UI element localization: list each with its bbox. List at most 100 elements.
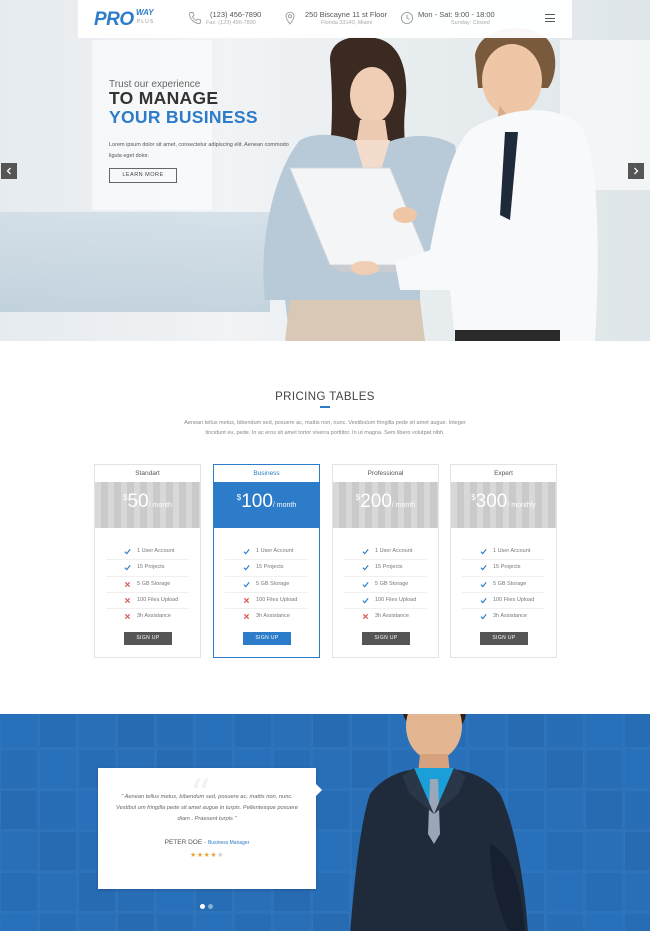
background-photo-tile xyxy=(39,872,77,912)
slider-prev-button[interactable] xyxy=(1,163,17,179)
background-photo-tile xyxy=(624,790,650,830)
feature-text: 1 User Account xyxy=(493,548,531,554)
check-icon xyxy=(362,597,369,604)
cross-icon xyxy=(243,614,250,620)
background-photo-tile xyxy=(624,749,650,789)
hours-line2: Sunday: Closed xyxy=(451,20,490,26)
plan-price: $200/ month xyxy=(356,491,416,513)
cross-icon xyxy=(124,597,131,603)
price-amount: 100 xyxy=(241,491,273,512)
fax-number: Fax: (123) 456-7890 xyxy=(206,20,256,26)
plan-feature-row: 1 User Account xyxy=(462,544,545,561)
plan-feature-row: 100 Files Upload xyxy=(344,593,427,610)
slider-dot[interactable] xyxy=(200,904,205,909)
plan-feature-row: 3h Assistance xyxy=(344,609,427,625)
plan-features: 1 User Account 15 Projects 5 GB Storage 100… xyxy=(214,544,319,625)
card-pointer xyxy=(316,784,322,796)
plan-price: $50/ month xyxy=(123,491,172,513)
background-photo-tile xyxy=(624,714,650,748)
price-period: / month xyxy=(148,502,172,509)
star-filled-icon: ★ xyxy=(190,852,197,859)
plan-name: Standart xyxy=(135,470,160,477)
plan-feature-row: 5 GB Storage xyxy=(462,577,545,593)
rating-stars: ★★★★★ xyxy=(98,851,316,859)
background-photo-tile xyxy=(0,790,38,830)
pricing-plan-card: Professional $200/ month 1 User Account 15 … xyxy=(332,464,439,658)
logo[interactable]: PRO WAY PLUS xyxy=(94,8,154,31)
feature-text: 1 User Account xyxy=(137,548,175,554)
star-filled-icon: ★ xyxy=(196,852,204,859)
background-photo-tile xyxy=(0,831,38,871)
background-photo-tile xyxy=(39,790,77,830)
plan-name: Professional xyxy=(367,470,404,477)
plan-price-banner: $300/ monthly xyxy=(451,482,556,528)
check-icon xyxy=(480,614,487,620)
background-photo-tile xyxy=(117,913,155,931)
sign-up-button[interactable]: SIGN UP xyxy=(243,632,291,645)
sign-up-button[interactable]: SIGN UP xyxy=(480,632,528,645)
price-period: / monthly xyxy=(507,502,536,509)
background-photo-tile xyxy=(0,872,38,912)
price-currency: $ xyxy=(471,493,476,502)
price-amount: 50 xyxy=(127,491,149,512)
testimonial-card: “ " Aenean tellus metus, bibendum sed, p… xyxy=(98,768,322,889)
check-icon xyxy=(480,549,487,555)
price-currency: $ xyxy=(236,493,242,502)
clock-icon xyxy=(400,11,414,25)
pricing-plan-card: Business $100/ month 1 User Account 15 Proj… xyxy=(213,464,320,658)
background-photo-tile xyxy=(39,714,77,748)
address-line2: Florida 33140, Miami xyxy=(321,20,373,26)
logo-plus-text: PLUS xyxy=(137,19,155,25)
logo-way-text: WAY xyxy=(136,8,154,17)
feature-text: 5 GB Storage xyxy=(137,580,171,587)
phone-icon xyxy=(189,12,201,24)
price-currency: $ xyxy=(355,493,361,502)
feature-text: 3h Assistance xyxy=(137,613,171,620)
plan-price-banner: $50/ month xyxy=(95,482,200,528)
plan-feature-row: 100 Files Upload xyxy=(225,593,308,610)
address-line1: 250 Biscayne 11 st Floor xyxy=(305,10,387,19)
logo-pro-text: PRO xyxy=(94,9,134,30)
chevron-left-icon xyxy=(6,167,11,175)
check-icon xyxy=(362,565,369,571)
feature-text: 3h Assistance xyxy=(375,613,409,620)
background-photo-tile xyxy=(585,714,623,748)
cross-icon xyxy=(243,597,250,603)
slider-next-button[interactable] xyxy=(628,163,644,179)
check-icon xyxy=(480,597,487,604)
feature-text: 15 Projects xyxy=(137,564,165,571)
plan-name: Business xyxy=(253,470,280,477)
feature-text: 15 Projects xyxy=(375,564,403,571)
plan-feature-row: 15 Projects xyxy=(344,560,427,577)
hamburger-menu-icon[interactable] xyxy=(545,14,555,23)
check-icon xyxy=(243,565,250,571)
plan-feature-row: 1 User Account xyxy=(106,544,189,561)
slider-dot[interactable] xyxy=(208,904,213,909)
hero-title-line2: YOUR BUSINESS xyxy=(109,107,258,127)
background-photo-tile xyxy=(78,913,116,931)
feature-text: 1 User Account xyxy=(375,548,413,554)
author-role: Business Manager xyxy=(207,840,250,846)
background-photo-tile xyxy=(624,913,650,931)
background-photo-tile xyxy=(195,913,233,931)
phone-number: (123) 456-7890 xyxy=(210,10,262,19)
plan-feature-row: 5 GB Storage xyxy=(225,577,308,593)
feature-text: 3h Assistance xyxy=(256,613,290,620)
background-photo-tile xyxy=(585,913,623,931)
learn-more-button[interactable]: LEARN MORE xyxy=(109,168,177,183)
price-period: / month xyxy=(391,502,416,509)
feature-text: 1 User Account xyxy=(256,548,294,554)
plan-price: $100/ month xyxy=(237,491,297,513)
sign-up-button[interactable]: SIGN UP xyxy=(124,632,172,645)
plan-price: $300/ monthly xyxy=(471,491,536,513)
feature-text: 100 Files Upload xyxy=(375,596,417,603)
background-photo-tile xyxy=(39,913,77,931)
hero-description: Lorem ipsum dolor sit amet, consectetur … xyxy=(109,142,289,159)
sign-up-button[interactable]: SIGN UP xyxy=(362,632,410,645)
pricing-title-underline xyxy=(320,406,330,408)
background-photo-tile xyxy=(195,714,233,748)
background-photo-tile xyxy=(585,872,623,912)
plan-features: 1 User Account 15 Projects 5 GB Storage 100… xyxy=(451,544,556,625)
check-icon xyxy=(362,581,369,588)
plan-feature-row: 100 Files Upload xyxy=(106,593,189,610)
